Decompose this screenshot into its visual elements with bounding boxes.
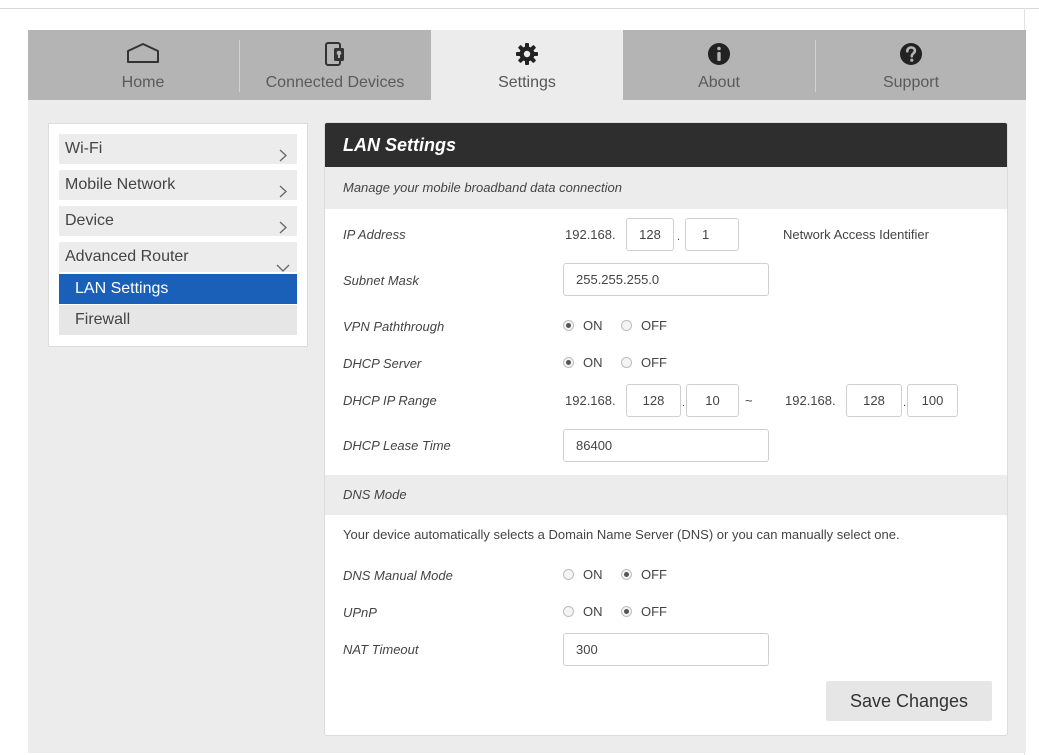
tab-settings[interactable]: Settings <box>431 30 623 100</box>
ip-address-label: IP Address <box>343 227 406 242</box>
dns-manual-off-radio[interactable] <box>621 569 632 580</box>
sidebar-item-lan-settings[interactable]: LAN Settings <box>59 274 297 304</box>
dhcp-dot: . <box>903 397 907 409</box>
dhcp-on-label: ON <box>583 355 603 370</box>
tab-home-label: Home <box>121 74 165 91</box>
ip-octet4-input[interactable]: 1 <box>685 218 739 251</box>
ip-address-prefix: 192.168. <box>565 227 616 242</box>
upnp-label: UPnP <box>343 605 377 620</box>
sidebar-item-label: Firewall <box>75 311 131 328</box>
panel-title: LAN Settings <box>325 123 1007 167</box>
chevron-right-icon <box>279 215 287 245</box>
devices-icon <box>324 42 346 71</box>
nat-timeout-input[interactable]: 300 <box>563 633 769 666</box>
chevron-right-icon <box>279 143 287 173</box>
top-nav: Home Connected Devices Settings About Su… <box>28 30 1026 100</box>
dhcp-dot: . <box>682 397 686 409</box>
home-icon <box>126 42 160 69</box>
sidebar-item-label: Device <box>65 212 114 229</box>
nat-timeout-label: NAT Timeout <box>343 642 419 657</box>
dhcp-lease-input[interactable]: 86400 <box>563 429 769 462</box>
chevron-right-icon <box>279 179 287 209</box>
subnet-mask-label: Subnet Mask <box>343 273 419 288</box>
dhcp-server-label: DHCP Server <box>343 356 422 371</box>
vpn-off-label: OFF <box>641 318 667 333</box>
dhcp-lease-label: DHCP Lease Time <box>343 438 451 453</box>
sidebar: Wi-Fi Mobile Network Device Advanced Rou… <box>48 123 308 347</box>
dhcp-end-octet3-input[interactable]: 128 <box>846 384 902 417</box>
sidebar-item-label: Wi-Fi <box>65 140 103 157</box>
tab-connected-devices-label: Connected Devices <box>265 74 405 91</box>
upnp-on-label: ON <box>583 604 603 619</box>
vpn-on-label: ON <box>583 318 603 333</box>
dhcp-range-label: DHCP IP Range <box>343 393 437 408</box>
dhcp-start-octet3-input[interactable]: 128 <box>626 384 681 417</box>
dhcp-end-prefix: 192.168. <box>785 393 836 408</box>
lan-settings-panel: LAN Settings Manage your mobile broadban… <box>324 122 1008 736</box>
sidebar-item-advanced-router[interactable]: Advanced Router <box>59 242 297 272</box>
dns-mode-heading: DNS Mode <box>325 475 1007 515</box>
upnp-off-label: OFF <box>641 604 667 619</box>
tab-support[interactable]: Support <box>815 30 1007 100</box>
vpn-off-radio[interactable] <box>621 320 632 331</box>
tab-home[interactable]: Home <box>47 30 239 100</box>
sidebar-item-wifi[interactable]: Wi-Fi <box>59 134 297 164</box>
dhcp-start-prefix: 192.168. <box>565 393 616 408</box>
tab-connected-devices[interactable]: Connected Devices <box>239 30 431 100</box>
upnp-on-radio[interactable] <box>563 606 574 617</box>
dhcp-end-octet4-input[interactable]: 100 <box>907 384 958 417</box>
upnp-off-radio[interactable] <box>621 606 632 617</box>
router-app: Home Connected Devices Settings About Su… <box>28 30 1026 753</box>
help-icon <box>899 42 923 71</box>
tab-settings-label: Settings <box>498 74 556 91</box>
dhcp-off-label: OFF <box>641 355 667 370</box>
vpn-on-radio[interactable] <box>563 320 574 331</box>
ip-octet3-input[interactable]: 128 <box>626 218 674 251</box>
tab-about-label: About <box>698 74 740 91</box>
sidebar-item-device[interactable]: Device <box>59 206 297 236</box>
sidebar-item-mobile-network[interactable]: Mobile Network <box>59 170 297 200</box>
dns-manual-on-radio[interactable] <box>563 569 574 580</box>
panel-description: Manage your mobile broadband data connec… <box>325 167 1007 209</box>
dhcp-start-octet4-input[interactable]: 10 <box>686 384 739 417</box>
vpn-passthrough-label: VPN Paththrough <box>343 319 445 334</box>
ip-dot: . <box>677 231 681 243</box>
dhcp-off-radio[interactable] <box>621 357 632 368</box>
dns-manual-off-label: OFF <box>641 567 667 582</box>
info-icon <box>707 42 731 71</box>
subnet-mask-input[interactable]: 255.255.255.0 <box>563 263 769 296</box>
dhcp-on-radio[interactable] <box>563 357 574 368</box>
sidebar-item-label: LAN Settings <box>75 280 169 297</box>
dns-mode-description: Your device automatically selects a Doma… <box>343 527 900 542</box>
sidebar-item-label: Mobile Network <box>65 176 176 193</box>
tab-about[interactable]: About <box>623 30 815 100</box>
frame-top-line <box>0 8 1039 9</box>
sidebar-item-label: Advanced Router <box>65 248 189 265</box>
nai-label: Network Access Identifier <box>783 227 929 242</box>
tab-support-label: Support <box>882 74 940 91</box>
sidebar-item-firewall[interactable]: Firewall <box>59 305 297 335</box>
dns-manual-on-label: ON <box>583 567 603 582</box>
dhcp-range-separator: ~ <box>745 393 753 408</box>
dns-manual-label: DNS Manual Mode <box>343 568 453 583</box>
save-changes-button[interactable]: Save Changes <box>826 681 992 721</box>
gear-icon <box>515 42 539 71</box>
